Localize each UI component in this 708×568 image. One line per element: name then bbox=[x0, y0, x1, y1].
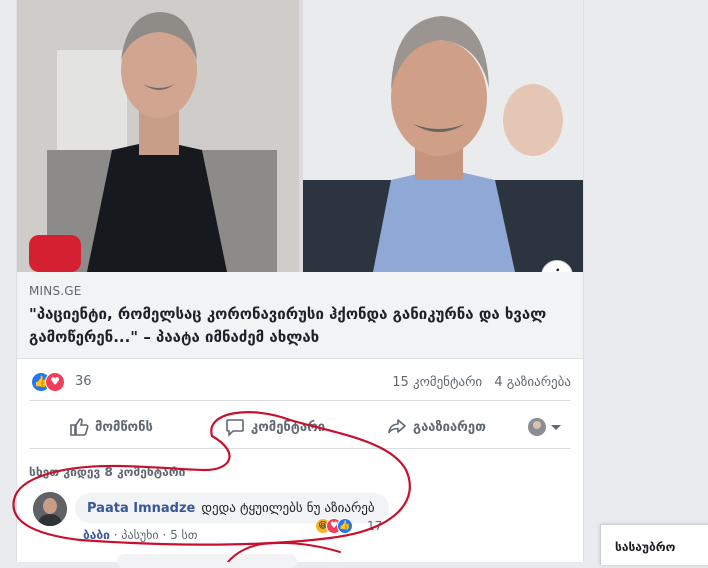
view-more-comments-link[interactable]: სხეთ კიდევ 8 კომენტარი bbox=[29, 465, 185, 479]
link-headline[interactable]: "პაციენტი, რომელსაც კორონავირუსი ჰქონდა … bbox=[29, 303, 569, 349]
next-comment-stub bbox=[117, 554, 297, 568]
comment-button[interactable]: კომენტარი bbox=[225, 414, 325, 440]
divider bbox=[29, 448, 571, 449]
feed-post: i MINS.GE "პაციენტი, რომელსაც კორონავირუ… bbox=[16, 0, 584, 568]
person-photo-right bbox=[303, 0, 583, 272]
reaction-count: 36 bbox=[75, 374, 92, 389]
thumbs-up-icon bbox=[70, 418, 89, 436]
audience-selector[interactable] bbox=[527, 414, 567, 440]
comment-time[interactable]: 5 სთ bbox=[170, 528, 197, 542]
divider bbox=[29, 400, 571, 401]
comment-reaction-count: 17 bbox=[367, 519, 383, 533]
comment-icon bbox=[226, 419, 244, 437]
person-photo-left bbox=[17, 0, 299, 272]
meta-separator: · bbox=[162, 528, 171, 542]
comment-text: დედა ტყუილებს ნუ აზიარებ bbox=[201, 500, 375, 516]
share-arrow-icon bbox=[388, 419, 406, 434]
share-label: გააზიარეთ bbox=[413, 419, 486, 435]
like-button[interactable]: მომწონს bbox=[69, 414, 153, 440]
like-reaction-icon: 👍 bbox=[337, 518, 353, 534]
share-count-link[interactable]: 4 გაზიარება bbox=[494, 375, 571, 390]
link-caption[interactable]: MINS.GE "პაციენტი, რომელსაც კორონავირუსი… bbox=[17, 272, 583, 359]
avatar[interactable] bbox=[33, 492, 67, 526]
link-source: MINS.GE bbox=[29, 284, 82, 298]
comment-label: კომენტარი bbox=[251, 419, 326, 435]
chat-tab[interactable]: სასაუბრო bbox=[600, 524, 708, 565]
profile-chevron-icon bbox=[528, 418, 561, 436]
engagement-counts: 15 კომენტარი 4 გაზიარება bbox=[384, 375, 571, 390]
like-label: მომწონს bbox=[95, 419, 153, 435]
comment-author[interactable]: Paata Imnadze bbox=[87, 501, 195, 516]
link-preview-image[interactable]: i bbox=[17, 0, 583, 272]
photo-left bbox=[17, 0, 299, 272]
love-reaction-icon: ♥ bbox=[45, 372, 65, 392]
chat-tab-label: სასაუბრო bbox=[615, 540, 676, 554]
commenter-avatar-image bbox=[33, 492, 67, 526]
comment-like-link[interactable]: ბაბი bbox=[83, 528, 110, 542]
share-button[interactable]: გააზიარეთ bbox=[387, 414, 486, 440]
comment-count-link[interactable]: 15 კომენტარი bbox=[392, 375, 482, 390]
comment-meta: ბაბი · პასუხი · 5 სთ bbox=[83, 528, 197, 542]
photo-right bbox=[303, 0, 583, 272]
comment-reply-link[interactable]: პასუხი bbox=[121, 528, 158, 542]
